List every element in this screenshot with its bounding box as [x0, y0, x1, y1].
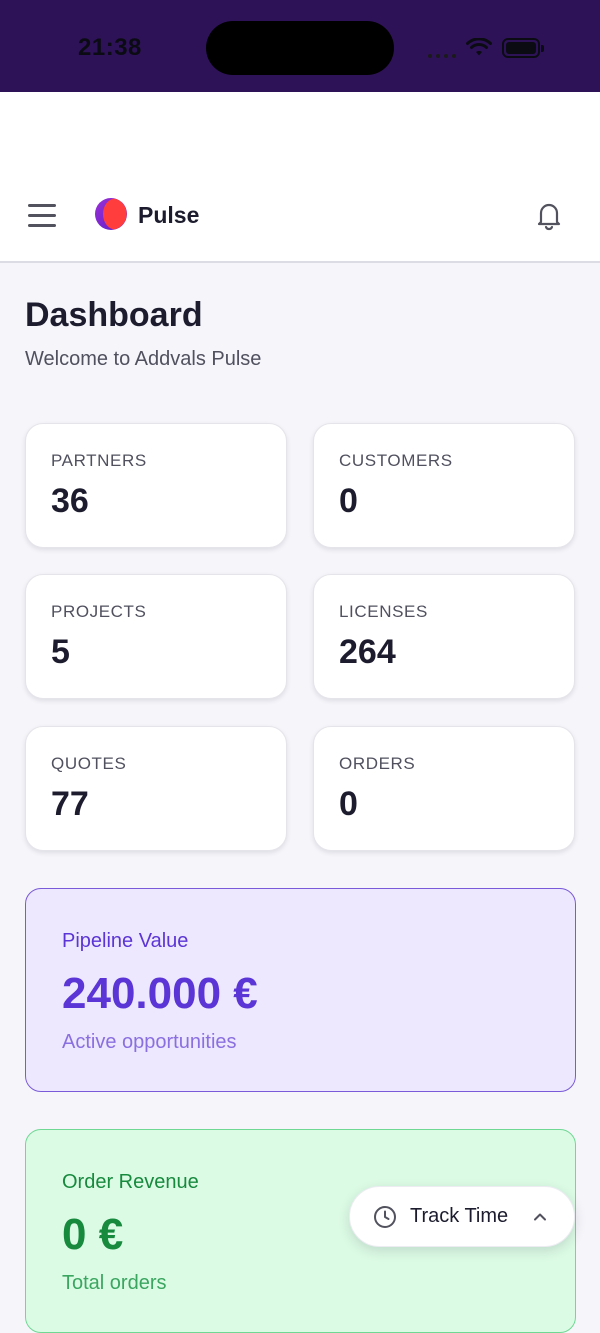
- pipeline-title: Pipeline Value: [62, 930, 189, 952]
- stat-value: 5: [51, 633, 70, 671]
- stat-label: CUSTOMERS: [339, 451, 453, 470]
- stat-label: ORDERS: [339, 754, 416, 773]
- pipeline-value-card[interactable]: Pipeline Value 240.000 € Active opportun…: [25, 888, 576, 1092]
- stat-card-orders[interactable]: ORDERS 0: [313, 726, 575, 851]
- track-time-label: Track Time: [410, 1205, 509, 1227]
- stat-value: 36: [51, 482, 89, 520]
- stat-card-customers[interactable]: CUSTOMERS 0: [313, 423, 575, 548]
- battery-icon: [502, 38, 544, 58]
- bell-icon[interactable]: [532, 198, 566, 232]
- signal-icon: [428, 38, 456, 58]
- logo-icon: [95, 198, 127, 230]
- stat-label: QUOTES: [51, 754, 127, 773]
- stat-value: 0: [339, 785, 358, 823]
- status-icons: [428, 36, 544, 60]
- stat-value: 0: [339, 482, 358, 520]
- status-bar: 21:38: [0, 0, 600, 92]
- stat-label: PROJECTS: [51, 602, 147, 621]
- pipeline-value: 240.000 €: [62, 969, 258, 1018]
- page-subtitle: Welcome to Addvals Pulse: [25, 348, 262, 370]
- stat-card-quotes[interactable]: QUOTES 77: [25, 726, 287, 851]
- wifi-icon: [466, 38, 492, 56]
- revenue-title: Order Revenue: [62, 1171, 199, 1193]
- stat-card-licenses[interactable]: LICENSES 264: [313, 574, 575, 699]
- revenue-subtitle: Total orders: [62, 1272, 167, 1294]
- chevron-up-icon: [534, 1213, 546, 1221]
- stat-card-projects[interactable]: PROJECTS 5: [25, 574, 287, 699]
- stat-label: LICENSES: [339, 602, 428, 621]
- app-header: Pulse: [0, 182, 600, 263]
- stat-value: 77: [51, 785, 89, 823]
- stat-card-partners[interactable]: PARTNERS 36: [25, 423, 287, 548]
- track-time-button[interactable]: Track Time: [349, 1186, 575, 1247]
- brand-name: Pulse: [138, 202, 200, 228]
- stat-label: PARTNERS: [51, 451, 147, 470]
- pipeline-subtitle: Active opportunities: [62, 1031, 237, 1053]
- menu-icon[interactable]: [28, 200, 58, 230]
- dynamic-island: [206, 21, 394, 75]
- revenue-value: 0 €: [62, 1210, 124, 1259]
- clock-icon: [374, 1206, 396, 1228]
- status-time: 21:38: [78, 34, 142, 61]
- page-title: Dashboard: [25, 296, 203, 334]
- stat-value: 264: [339, 633, 396, 671]
- safe-area-spacer: [0, 92, 600, 182]
